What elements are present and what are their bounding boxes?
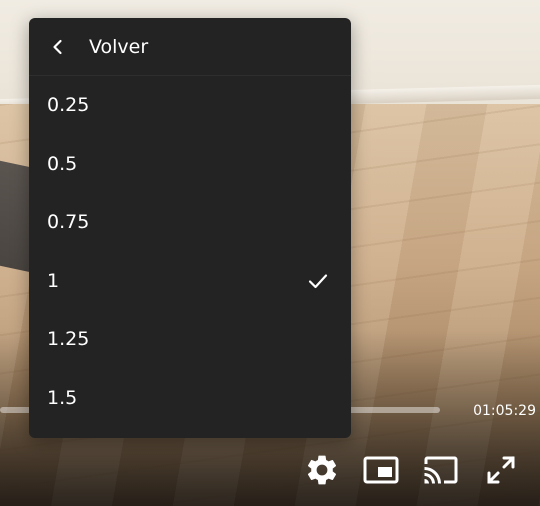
fullscreen-icon [485, 454, 517, 486]
speed-option-label: 1.5 [47, 386, 78, 409]
check-icon [307, 272, 329, 290]
gear-icon [304, 452, 340, 488]
menu-back-button[interactable]: Volver [29, 18, 351, 76]
speed-option-0-25[interactable]: 0.25 [29, 76, 351, 135]
speed-options-list: 0.25 0.5 0.75 1 1.25 1.5 [29, 76, 351, 427]
time-display: 01:05:29 [473, 403, 536, 419]
playback-speed-menu: Volver 0.25 0.5 0.75 1 1.25 1.5 [29, 18, 351, 438]
cast-icon [420, 452, 462, 488]
speed-option-label: 0.5 [47, 152, 78, 175]
speed-option-label: 0.75 [47, 211, 90, 234]
speed-option-1-5[interactable]: 1.5 [29, 369, 351, 428]
miniplayer-button[interactable] [359, 448, 403, 492]
speed-option-1[interactable]: 1 [29, 252, 351, 311]
cast-button[interactable] [419, 448, 463, 492]
miniplayer-icon [363, 454, 399, 486]
settings-button[interactable] [300, 448, 344, 492]
speed-option-0-75[interactable]: 0.75 [29, 193, 351, 252]
speed-option-0-5[interactable]: 0.5 [29, 135, 351, 194]
fullscreen-button[interactable] [479, 448, 523, 492]
menu-back-label: Volver [89, 36, 149, 58]
speed-option-label: 0.25 [47, 94, 90, 117]
control-bar [300, 448, 536, 494]
speed-option-label: 1.25 [47, 328, 90, 351]
speed-option-label: 1 [47, 269, 60, 292]
chevron-left-icon [49, 38, 67, 56]
speed-option-1-25[interactable]: 1.25 [29, 310, 351, 369]
